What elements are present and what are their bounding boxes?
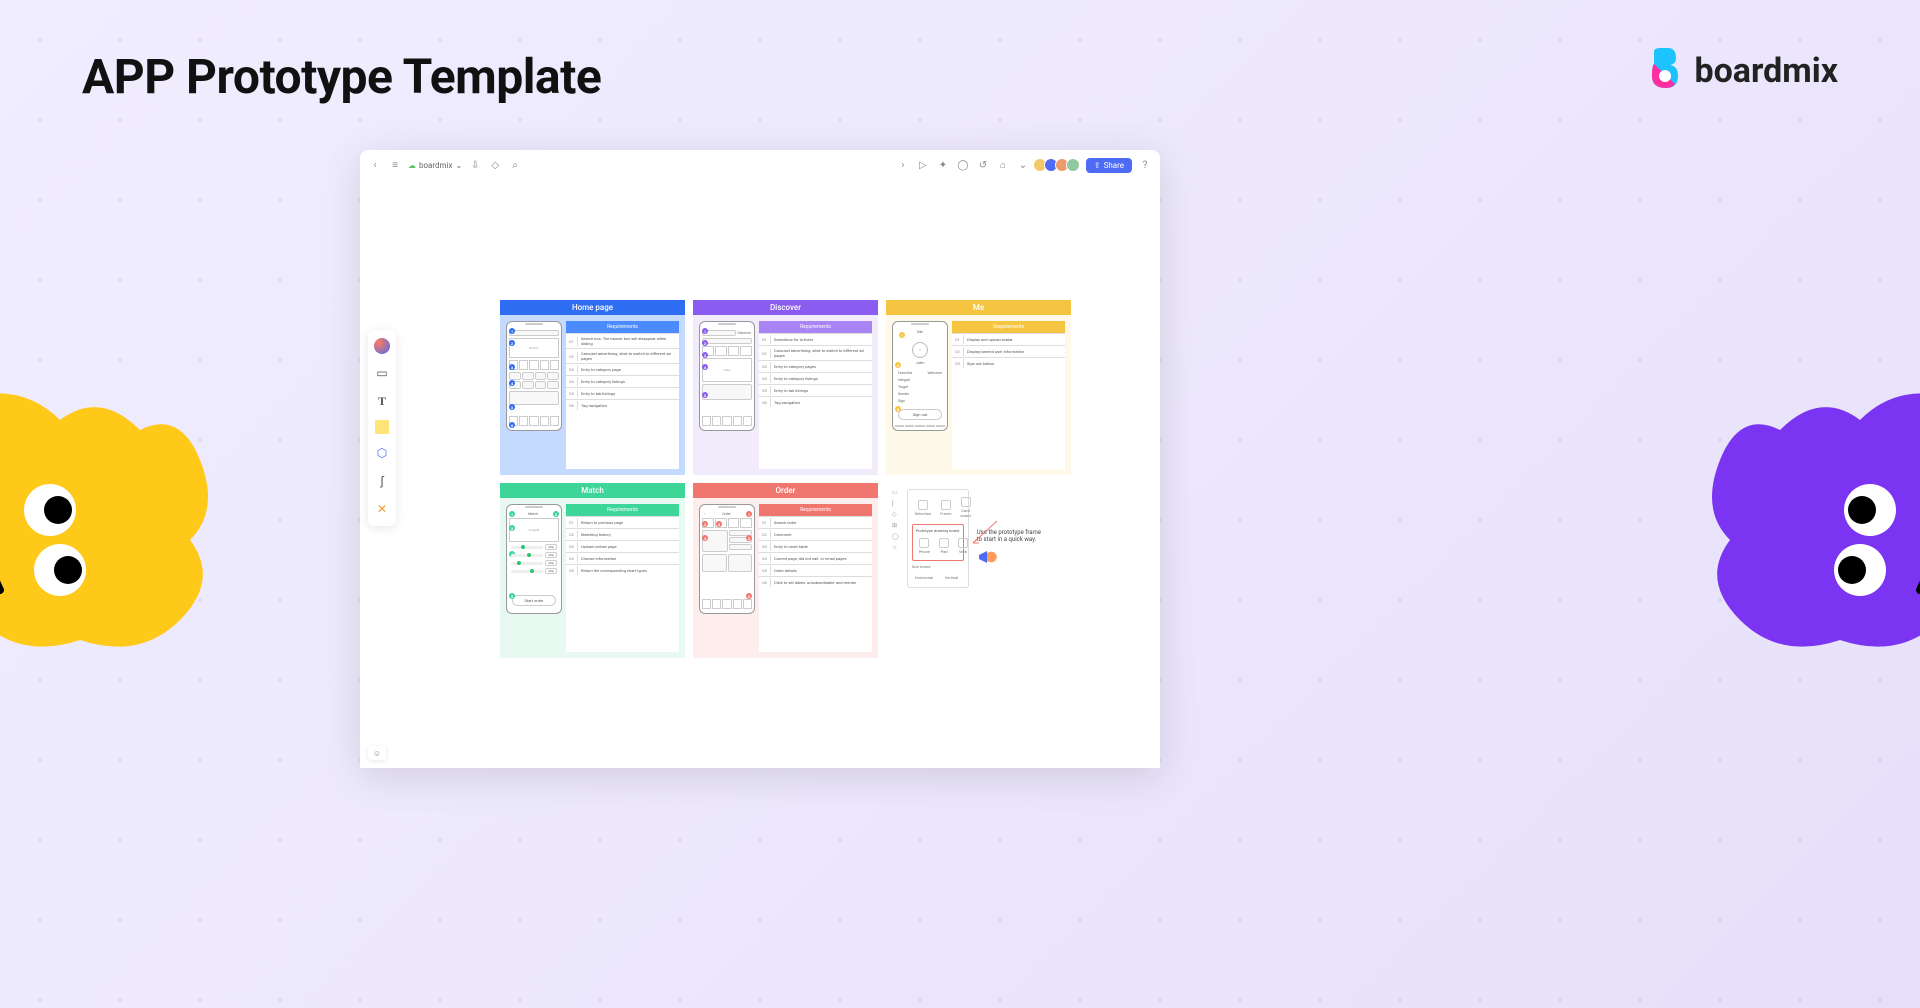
search-icon[interactable]: ⌕ <box>508 158 522 172</box>
section-me[interactable]: Me Me 1 ☺ John 2 FavoritesWelcome Integr… <box>886 300 1071 475</box>
section-order[interactable]: Order ‹Order⌕ 1 2 3 <box>693 483 878 658</box>
section-home[interactable]: Home page 1 Banner 2 3 <box>500 300 685 475</box>
collaborator-avatars[interactable] <box>1036 158 1080 172</box>
hint-area: ▭∫◇⊞◯☆ Selection Frame Card board Protot… <box>886 483 1071 658</box>
order-requirements: Requirements 01Search order 02Comment 03… <box>759 504 872 652</box>
library-icon[interactable]: ⌂ <box>996 158 1010 172</box>
text-tool-icon[interactable]: T <box>373 392 391 410</box>
cloud-sync-icon: ☁ <box>408 161 416 170</box>
megaphone-icon <box>977 547 1001 567</box>
home-phone-mock: 1 Banner 2 3 <box>506 321 562 431</box>
discover-phone-mock: Discover 1 2 3 Video 4 5 <box>699 321 755 431</box>
match-phone-mock: ‹Match↻ 1 2 Image⊕ 3 4 Skip Skip Skip Sk… <box>506 504 562 614</box>
canvas[interactable]: ▭ T ⬡ ∫ ✕ Home page 1 Banner 2 <box>360 180 1160 768</box>
mascot-right <box>1680 360 1920 660</box>
match-requirements: Requirements 01Return to previous page 0… <box>566 504 679 652</box>
connector-tool-icon[interactable]: ✕ <box>373 500 391 518</box>
sticky-note-icon[interactable] <box>375 420 389 434</box>
comment-icon[interactable]: ◯ <box>956 158 970 172</box>
sparkle-icon[interactable]: ✦ <box>936 158 950 172</box>
top-toolbar: ‹ ≡ ☁ boardmix ⌄ ⇩ ◇ ⌕ › ▷ ✦ ◯ ↺ ⌂ ⌄ ⇪ S <box>360 150 1160 180</box>
brand-name: boardmix <box>1694 51 1838 91</box>
section-match[interactable]: Match ‹Match↻ 1 2 Image⊕ 3 4 Skip Skip S… <box>500 483 685 658</box>
section-discover[interactable]: Discover Discover 1 2 3 Video 4 5 <box>693 300 878 475</box>
mascot-left <box>0 360 240 660</box>
left-tool-panel: ▭ T ⬡ ∫ ✕ <box>368 330 396 526</box>
me-phone-mock: Me 1 ☺ John 2 FavoritesWelcome Integral … <box>892 321 948 431</box>
tool-panel-popup[interactable]: Selection Frame Card board Prototype dra… <box>907 489 969 588</box>
document-name[interactable]: ☁ boardmix ⌄ <box>408 161 462 170</box>
brand-logo: boardmix <box>1646 48 1838 94</box>
brand-mark-icon <box>1646 48 1682 94</box>
me-requirements: Requirements 01Display and upload avatar… <box>952 321 1065 469</box>
arrow-icon <box>969 519 999 549</box>
menu-icon[interactable]: ≡ <box>388 158 402 172</box>
share-button[interactable]: ⇪ Share <box>1086 158 1132 173</box>
chevron-down-icon[interactable]: ⌄ <box>1016 158 1030 172</box>
share-icon: ⇪ <box>1094 161 1101 170</box>
frame-tool-icon[interactable]: ▭ <box>373 364 391 382</box>
discover-requirements: Requirements 01Searchbox for Articles 02… <box>759 321 872 469</box>
play-icon[interactable]: ▷ <box>916 158 930 172</box>
download-icon[interactable]: ⇩ <box>468 158 482 172</box>
app-logo-icon[interactable] <box>374 338 390 354</box>
help-icon[interactable]: ? <box>1138 158 1152 172</box>
editor-window: ‹ ≡ ☁ boardmix ⌄ ⇩ ◇ ⌕ › ▷ ✦ ◯ ↺ ⌂ ⌄ ⇪ S <box>360 150 1160 768</box>
line-tool-icon[interactable]: ∫ <box>373 472 391 490</box>
prototype-sections: Home page 1 Banner 2 3 <box>500 300 1071 658</box>
home-requirements: Requirements 01Search box. The banner bo… <box>566 321 679 469</box>
back-icon[interactable]: ‹ <box>368 158 382 172</box>
order-phone-mock: ‹Order⌕ 1 2 3 4 5 <box>699 504 755 614</box>
shape-tool-icon[interactable]: ⬡ <box>373 444 391 462</box>
chevron-down-icon: ⌄ <box>455 161 462 170</box>
tag-icon[interactable]: ◇ <box>488 158 502 172</box>
page-title: APP Prototype Template <box>82 48 601 105</box>
expand-icon[interactable]: › <box>896 158 910 172</box>
history-icon[interactable]: ↺ <box>976 158 990 172</box>
feedback-badge[interactable]: ☺ <box>368 746 386 760</box>
